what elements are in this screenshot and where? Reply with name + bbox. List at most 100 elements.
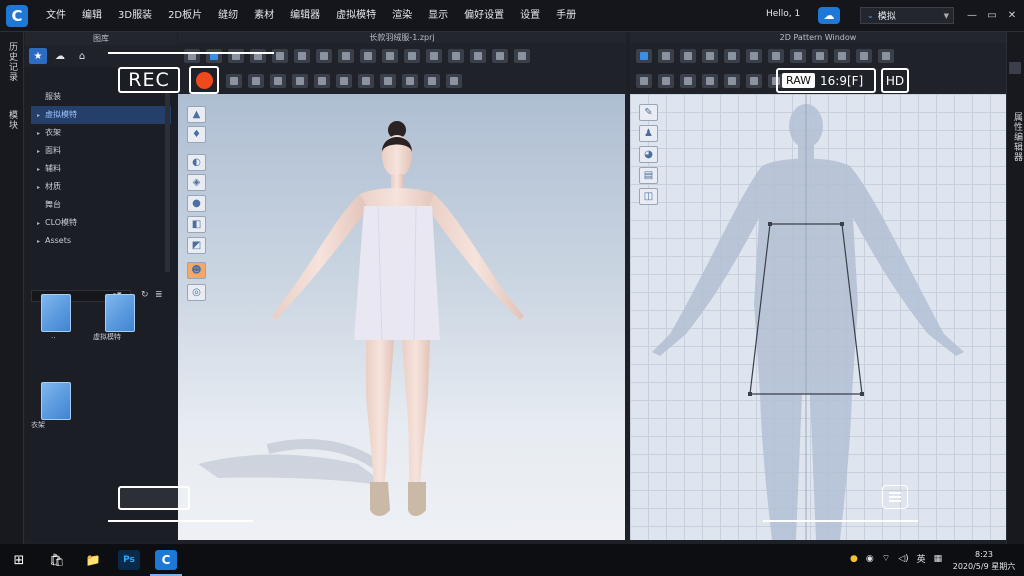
hanger-tool-icon[interactable]	[358, 73, 374, 88]
pattern-tool-icon[interactable]	[424, 73, 440, 88]
line-tool-icon[interactable]	[292, 73, 308, 88]
clo-app-icon[interactable]: C	[155, 550, 177, 570]
pen-tool-icon[interactable]	[404, 48, 420, 63]
menu-materials[interactable]: 素材	[246, 0, 282, 32]
folder-hanger[interactable]: 衣架	[31, 382, 71, 430]
tack-tool-icon[interactable]	[316, 48, 332, 63]
menu-editor[interactable]: 编辑器	[282, 0, 328, 32]
crossline-tool-icon[interactable]	[314, 73, 330, 88]
tree-item-hanger[interactable]: ▸ 衣架	[31, 124, 171, 142]
fold-pattern-icon[interactable]	[856, 48, 872, 63]
minimize-icon[interactable]: —	[966, 9, 978, 21]
move-tool-icon[interactable]	[206, 48, 222, 63]
ellipse-icon[interactable]	[746, 48, 762, 63]
measure-tool-icon[interactable]	[382, 48, 398, 63]
fabric-tool-icon[interactable]	[380, 73, 396, 88]
print-tool-icon[interactable]	[448, 48, 464, 63]
garment-tool-icon[interactable]	[272, 48, 288, 63]
viewport-3d[interactable]: ▲ ♦ ◐ ◈ ● ◧ ◩ ☻ ◎	[178, 94, 625, 540]
sew-length-icon[interactable]	[702, 73, 718, 88]
stitch-tool-icon[interactable]	[248, 73, 264, 88]
texture-icon[interactable]	[746, 73, 762, 88]
internal-line-icon[interactable]	[768, 48, 784, 63]
mode-select[interactable]: ⌄ 模拟 ▼	[860, 7, 954, 24]
tree-item-stage[interactable]: 舞台	[31, 196, 171, 214]
record-button[interactable]	[189, 66, 219, 94]
photoshop-icon[interactable]: Ps	[118, 550, 140, 570]
volume-icon[interactable]: ◁)	[898, 554, 908, 564]
topstitch-tool-icon[interactable]	[336, 73, 352, 88]
cloud-icon[interactable]: ☁	[818, 7, 840, 24]
edit-pattern-icon[interactable]	[636, 48, 652, 63]
menu-3d-garment[interactable]: 3D服装	[110, 0, 160, 32]
menu-manual[interactable]: 手册	[548, 0, 584, 32]
panel-toggle-icon[interactable]	[1009, 62, 1021, 74]
wifi-icon[interactable]: ⌔	[882, 553, 890, 564]
seam-allowance-icon[interactable]	[834, 48, 850, 63]
segment-sew-icon[interactable]	[636, 73, 652, 88]
menu-icon[interactable]	[882, 485, 908, 509]
rectangle-icon[interactable]	[724, 48, 740, 63]
app-logo[interactable]: C	[6, 5, 28, 27]
viewport-2d[interactable]: ✎ ♟ ◕ ▤ ◫	[630, 94, 1006, 540]
maximize-icon[interactable]: ▭	[986, 9, 998, 21]
fold-tool-icon[interactable]	[250, 48, 266, 63]
more-pattern-icon[interactable]	[878, 48, 894, 63]
tree-item-assets[interactable]: ▸ Assets	[31, 232, 171, 250]
close-icon[interactable]: ✕	[1006, 9, 1018, 21]
menu-render[interactable]: 渲染	[384, 0, 420, 32]
windows-start-icon[interactable]: ⊞	[8, 550, 30, 570]
tree-item-trims[interactable]: ▸ 辅料	[31, 160, 171, 178]
transform-tool-icon[interactable]	[294, 48, 310, 63]
pin-tool-icon[interactable]	[228, 48, 244, 63]
zipper-tool-icon[interactable]	[492, 48, 508, 63]
ime-icon[interactable]: ▦	[934, 554, 943, 564]
input-language[interactable]: 英	[917, 552, 926, 565]
capture-shutter-box[interactable]	[118, 486, 190, 510]
tab-property-editor[interactable]: 属性编辑器	[1011, 112, 1024, 162]
favorites-star-icon[interactable]: ★	[29, 48, 47, 64]
select-tool-icon[interactable]	[184, 48, 200, 63]
taskbar-clock[interactable]: 8:23 2020/5/9 星期六	[948, 549, 1020, 573]
pleat-tool-icon[interactable]	[402, 73, 418, 88]
menu-sewing[interactable]: 缝纫	[210, 0, 246, 32]
file-explorer-icon[interactable]: 📁	[82, 550, 104, 570]
edit-point-icon[interactable]	[680, 48, 696, 63]
needle-tool-icon[interactable]	[226, 73, 242, 88]
menu-2d-pattern[interactable]: 2D板片	[160, 0, 210, 32]
tab-modules[interactable]: 模块	[6, 110, 19, 130]
store-icon[interactable]: 🛍	[46, 550, 68, 570]
symmetry-icon[interactable]	[724, 73, 740, 88]
more-tool-icon[interactable]	[514, 48, 530, 63]
cloud-library-icon[interactable]: ☁	[51, 48, 69, 64]
menu-edit[interactable]: 编辑	[74, 0, 110, 32]
scissor-tool-icon[interactable]	[270, 73, 286, 88]
home-icon[interactable]: ⌂	[73, 48, 91, 64]
menu-file[interactable]: 文件	[38, 0, 74, 32]
list-view-icon[interactable]: ≣	[155, 290, 163, 300]
trace-icon[interactable]	[812, 48, 828, 63]
network-icon[interactable]: ◉	[866, 554, 874, 564]
folder-parent[interactable]: ..	[41, 294, 71, 340]
dart-icon[interactable]	[790, 48, 806, 63]
polygon-icon[interactable]	[702, 48, 718, 63]
menu-settings[interactable]: 设置	[512, 0, 548, 32]
circle-tool-icon[interactable]	[446, 73, 462, 88]
free-sew-icon[interactable]	[658, 73, 674, 88]
tree-item-material[interactable]: ▸ 材质	[31, 178, 171, 196]
refresh-icon[interactable]: ↻	[141, 290, 149, 300]
tree-scrollbar[interactable]	[165, 92, 170, 272]
menu-preferences[interactable]: 偏好设置	[456, 0, 512, 32]
menu-avatar[interactable]: 虚拟模特	[328, 0, 384, 32]
tree-item-clo-avatar[interactable]: ▸ CLO模特	[31, 214, 171, 232]
norton-icon[interactable]: ●	[850, 554, 858, 564]
folder-avatar[interactable]: 虚拟模特	[93, 294, 135, 342]
edit-seam-icon[interactable]	[338, 48, 354, 63]
cut-tool-icon[interactable]	[360, 48, 376, 63]
tree-item-fabric[interactable]: ▸ 面料	[31, 142, 171, 160]
button-tool-icon[interactable]	[470, 48, 486, 63]
menu-display[interactable]: 显示	[420, 0, 456, 32]
transform-pattern-icon[interactable]	[658, 48, 674, 63]
brush-tool-icon[interactable]	[426, 48, 442, 63]
check-sew-icon[interactable]	[680, 73, 696, 88]
